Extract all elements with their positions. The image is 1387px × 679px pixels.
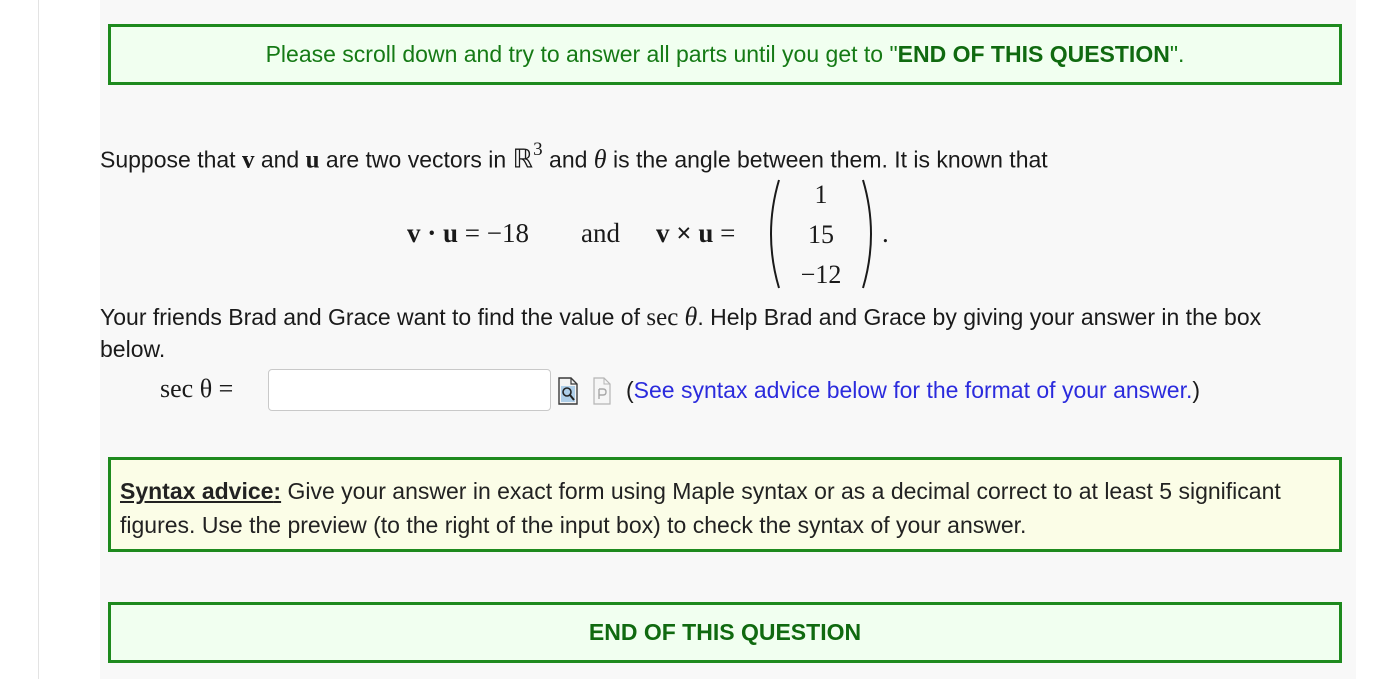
scroll-notice: Please scroll down and try to answer all…: [108, 24, 1342, 85]
question-task: Your friends Brad and Grace want to find…: [100, 302, 1261, 332]
cross-product-vector: 1 15 −12: [762, 178, 880, 290]
intro-text-2: and: [254, 146, 306, 173]
left-rule: [38, 0, 39, 679]
hint-close-paren: ): [1192, 377, 1201, 403]
syntax-advice-link[interactable]: (See syntax advice below for the format …: [626, 377, 1200, 404]
notice-prefix: Please scroll down and try to answer all…: [265, 41, 898, 67]
cross-product-equation: v × u =: [656, 218, 735, 249]
task-text-1: Your friends Brad and Grace want to find…: [100, 304, 647, 330]
syntax-advice-colon: :: [273, 478, 282, 504]
syntax-advice-title: Syntax advice: [120, 478, 274, 504]
answer-label: sec θ =: [160, 374, 234, 403]
paste-icon[interactable]: [592, 377, 612, 405]
question-intro: Suppose that v and u are two vectors in …: [100, 139, 1048, 175]
equation-period: .: [882, 218, 889, 248]
notice-suffix: ".: [1169, 41, 1185, 67]
question-panel: [100, 0, 1356, 679]
syntax-advice-line-2: figures. Use the preview (to the right o…: [120, 512, 1027, 538]
vector-u: u: [305, 146, 320, 174]
task-text-2: . Help Brad and Grace by giving your ans…: [697, 304, 1262, 330]
space-exponent: 3: [533, 139, 543, 160]
dot-product-equation: v · u = −18: [407, 218, 529, 249]
answer-input[interactable]: [268, 369, 551, 411]
theta-symbol: θ: [593, 144, 607, 174]
syntax-hint-text[interactable]: See syntax advice below for the format o…: [634, 377, 1193, 403]
cross-product-lhs: v × u: [656, 218, 714, 248]
vector-v: v: [241, 146, 255, 174]
intro-text-5: is the angle between them. It is known t…: [606, 146, 1048, 173]
intro-text-3: are two vectors in: [319, 146, 513, 173]
dot-product-lhs: v · u: [407, 218, 459, 248]
theta-symbol-2: θ: [684, 302, 698, 331]
real-space-symbol: ℝ: [512, 144, 534, 174]
vector-component-2: 15: [808, 220, 834, 249]
dot-product-value: = −18: [464, 218, 529, 248]
task-text-3: below.: [100, 336, 166, 362]
intro-text-4: and: [542, 146, 594, 173]
vector-component-1: 1: [814, 180, 828, 209]
right-paren: [862, 179, 872, 289]
left-paren: [770, 179, 780, 289]
intro-text-1: Suppose that: [100, 146, 242, 173]
syntax-advice-box: Syntax advice: Give your answer in exact…: [108, 457, 1342, 552]
preview-icon[interactable]: [557, 377, 579, 405]
and-word: and: [581, 218, 620, 248]
syntax-advice-text-1: Give your answer in exact form using Map…: [281, 478, 1281, 504]
notice-emphasis: END OF THIS QUESTION: [897, 41, 1170, 67]
vector-component-3: −12: [800, 260, 842, 289]
end-of-question: END OF THIS QUESTION: [108, 602, 1342, 663]
sec-function: sec: [646, 304, 679, 331]
cross-product-equals: =: [720, 218, 736, 248]
syntax-advice-line-1: Syntax advice: Give your answer in exact…: [120, 474, 1329, 508]
hint-open-paren: (: [626, 377, 634, 403]
